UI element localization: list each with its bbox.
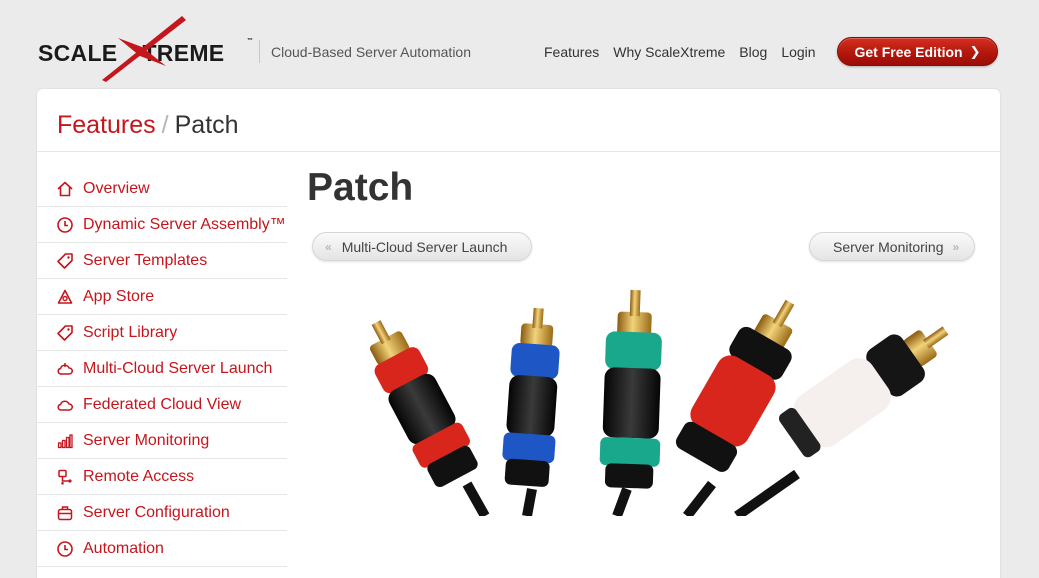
prev-feature-button[interactable]: « Multi-Cloud Server Launch [312, 232, 532, 261]
sidebar-item-label: Multi-Cloud Server Launch [83, 359, 273, 377]
sidebar-item-multi-cloud-server-launch[interactable]: Multi-Cloud Server Launch [37, 351, 287, 387]
cloud-launch-icon [56, 360, 74, 378]
site-header: SCALE TREME ™ Cloud-Based Server Automati… [0, 0, 1039, 88]
sidebar-item-label: Server Configuration [83, 503, 230, 521]
page-title: Patch [307, 166, 414, 209]
logo-x-mark [102, 16, 186, 82]
clock-icon [56, 540, 74, 558]
sidebar-item-label: App Store [83, 287, 155, 305]
double-chevron-right-icon: » [952, 239, 960, 254]
breadcrumb-features-link[interactable]: Features [57, 111, 156, 139]
remote-access-icon [56, 468, 74, 486]
rca-cables-image [369, 289, 949, 516]
nav-blog[interactable]: Blog [739, 44, 767, 60]
sidebar-item-label: Server Templates [83, 251, 208, 269]
chevron-right-icon: ❯ [969, 43, 981, 59]
sidebar-item-label: Script Library [83, 323, 178, 341]
home-icon [56, 180, 74, 198]
sidebar-item-label: Remote Access [83, 467, 195, 485]
logo-trademark: ™ [247, 38, 253, 44]
sidebar-item-label: Federated Cloud View [83, 395, 242, 413]
get-free-edition-button[interactable]: Get Free Edition ❯ [837, 37, 998, 66]
breadcrumb-current: Patch [174, 111, 239, 139]
cta-label: Get Free Edition [854, 43, 963, 60]
nav-login[interactable]: Login [781, 44, 815, 60]
sidebar-item-label: Dynamic Server Assembly™ [83, 215, 286, 233]
breadcrumb-separator: / [161, 111, 169, 139]
tagline: Cloud-Based Server Automation [271, 44, 471, 60]
features-sidebar: Overview Dynamic Server Assembly™ Server… [37, 171, 287, 567]
content-card: Features / Patch Overview Dynamic Server A… [37, 89, 1000, 578]
sidebar-item-dynamic-server-assembly[interactable]: Dynamic Server Assembly™ [37, 207, 287, 243]
tag-icon [56, 252, 74, 270]
sidebar-item-label: Automation [83, 539, 164, 557]
toolbox-icon [56, 504, 74, 522]
sidebar-item-automation[interactable]: Automation [37, 531, 287, 567]
sidebar-item-server-templates[interactable]: Server Templates [37, 243, 287, 279]
bar-chart-icon [56, 432, 74, 450]
breadcrumb: Features / Patch [57, 111, 239, 140]
sidebar-item-federated-cloud-view[interactable]: Federated Cloud View [37, 387, 287, 423]
sidebar-item-server-configuration[interactable]: Server Configuration [37, 495, 287, 531]
sidebar-item-script-library[interactable]: Script Library [37, 315, 287, 351]
sidebar-item-label: Server Monitoring [83, 431, 210, 449]
scalextreme-logo[interactable]: SCALE TREME ™ [38, 16, 253, 82]
nav-features[interactable]: Features [544, 44, 599, 60]
cloud-icon [56, 396, 74, 414]
top-navigation: Features Why ScaleXtreme Blog Login [544, 44, 816, 60]
next-feature-label: Server Monitoring [833, 238, 944, 255]
sidebar-item-overview[interactable]: Overview [37, 171, 287, 207]
double-chevron-left-icon: « [325, 239, 332, 254]
sidebar-item-remote-access[interactable]: Remote Access [37, 459, 287, 495]
next-feature-button[interactable]: Server Monitoring » [809, 232, 975, 261]
tagline-divider [259, 40, 260, 63]
sidebar-item-app-store[interactable]: App Store [37, 279, 287, 315]
nav-why-scalextreme[interactable]: Why ScaleXtreme [613, 44, 725, 60]
breadcrumb-bar: Features / Patch [37, 89, 1000, 152]
sidebar-item-label: Overview [83, 179, 150, 197]
clock-icon [56, 216, 74, 234]
sidebar-item-server-monitoring[interactable]: Server Monitoring [37, 423, 287, 459]
prev-feature-label: Multi-Cloud Server Launch [341, 238, 508, 255]
apps-icon [56, 288, 74, 306]
tag-icon [56, 324, 74, 342]
